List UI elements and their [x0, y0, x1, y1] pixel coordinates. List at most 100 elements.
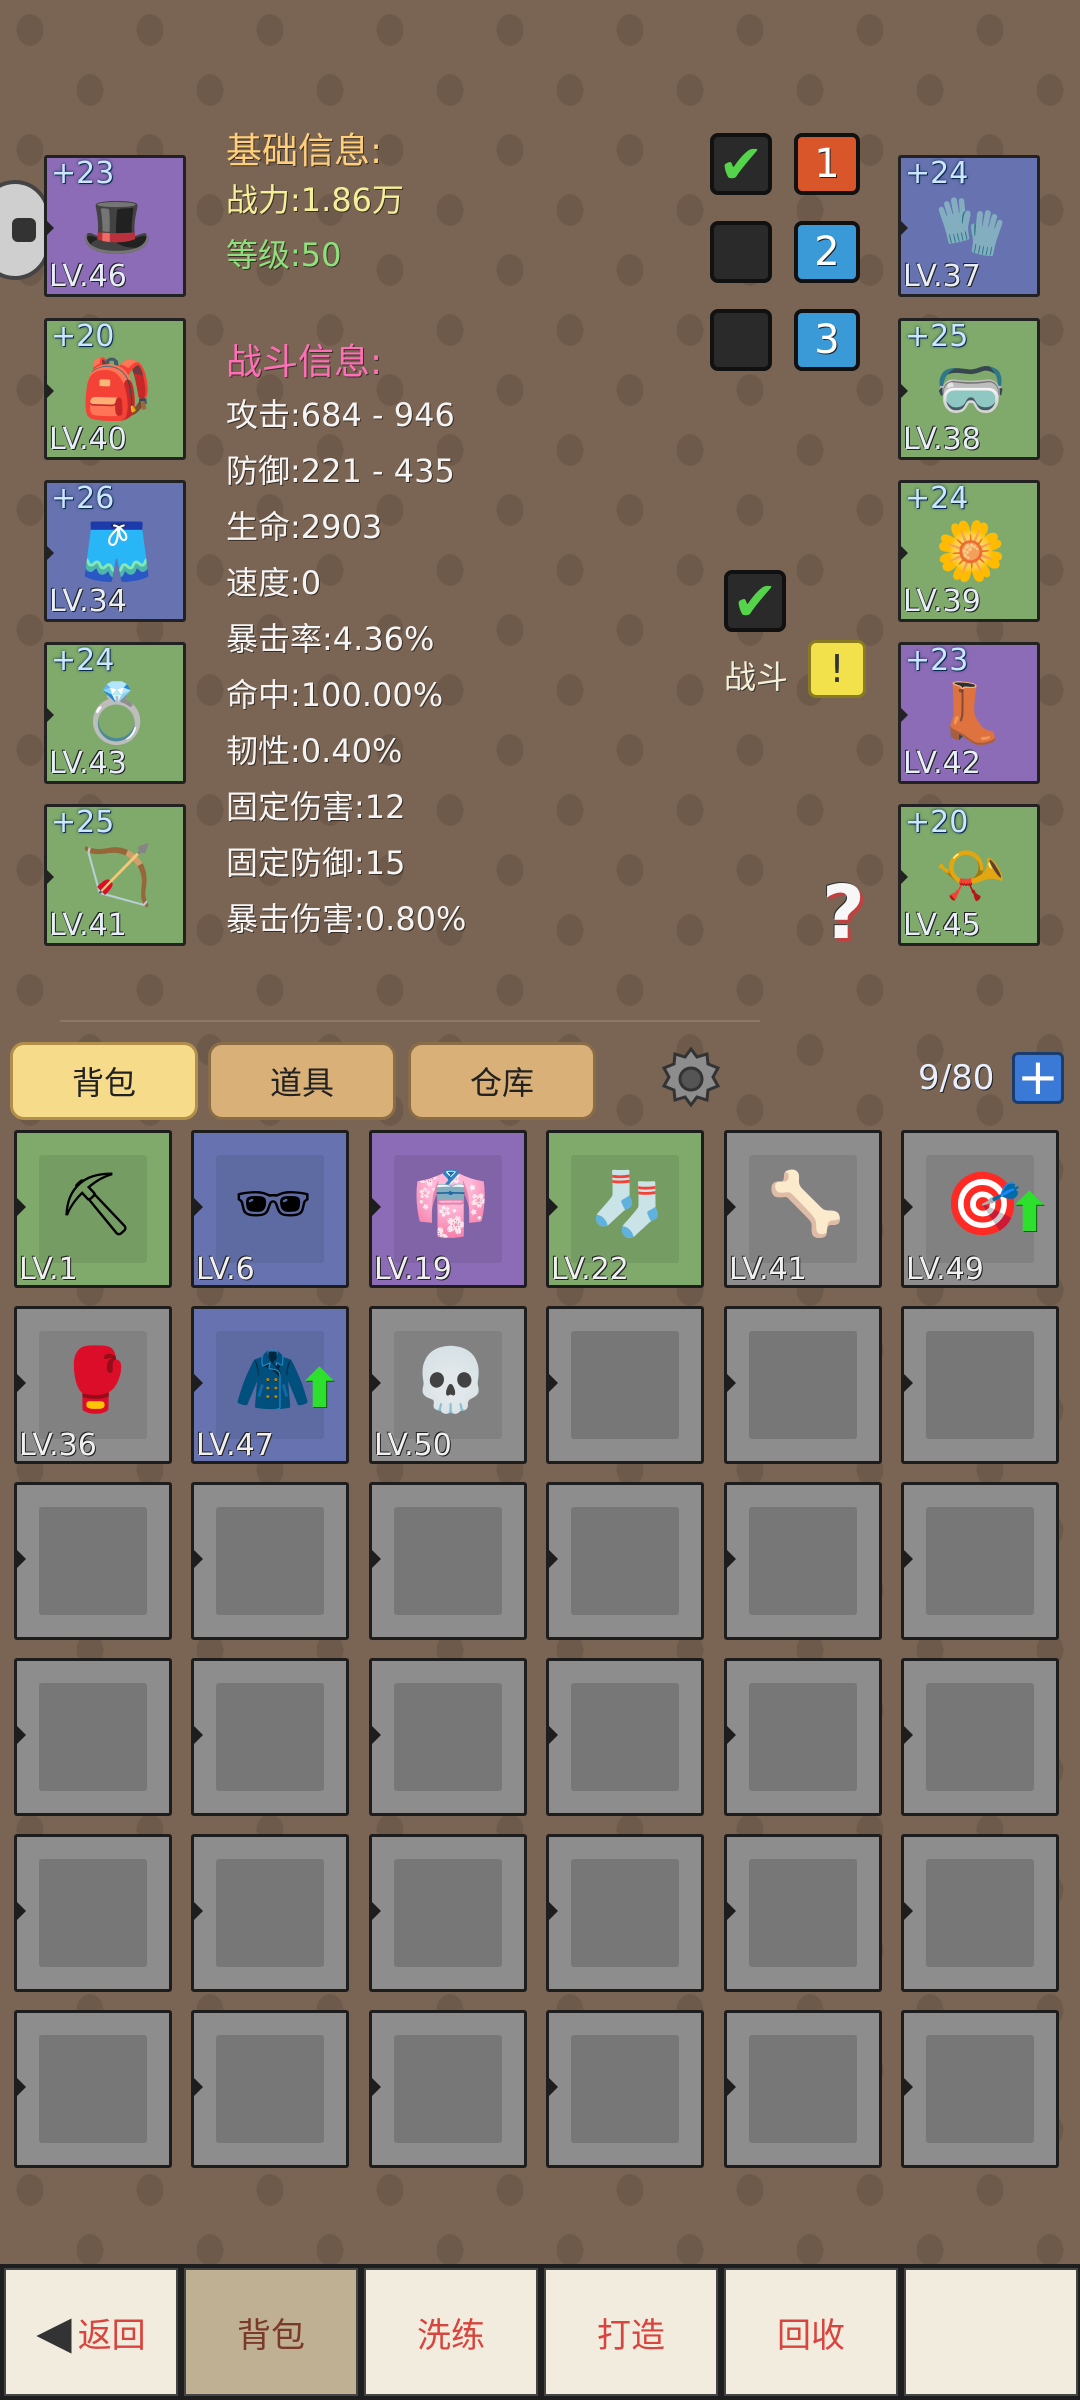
- empty-inventory-slot[interactable]: [901, 1834, 1059, 1992]
- inventory-item[interactable]: 👘 LV.19: [369, 1130, 527, 1288]
- tab-bottom-backpack[interactable]: 背包: [184, 2268, 358, 2396]
- right-equip-slot[interactable]: 📯 +20 LV.45: [898, 804, 1040, 946]
- empty-inventory-slot[interactable]: [369, 1482, 527, 1640]
- slot-notch: [724, 1899, 736, 1923]
- inventory-item[interactable]: 🧥 ⬆ LV.47: [191, 1306, 349, 1464]
- slot-notch: [369, 1547, 381, 1571]
- empty-inventory-slot[interactable]: [14, 1834, 172, 1992]
- empty-inventory-slot[interactable]: [14, 1482, 172, 1640]
- expand-capacity-button[interactable]: +: [1012, 1052, 1064, 1104]
- back-button[interactable]: ◀ 返回: [4, 2268, 178, 2396]
- empty-inventory-slot[interactable]: [14, 2010, 172, 2168]
- battle-stat-line: 攻击:684 - 946: [226, 396, 455, 434]
- inventory-item[interactable]: 🕶 LV.6: [191, 1130, 349, 1288]
- slot-notch: [546, 1547, 558, 1571]
- tab-items[interactable]: 道具: [208, 1042, 396, 1120]
- slot-notch: [44, 381, 54, 401]
- slot-notch: [14, 1723, 26, 1747]
- back-arrow-icon: ◀: [36, 2305, 72, 2359]
- inventory-item[interactable]: 🦴 LV.41: [724, 1130, 882, 1288]
- help-icon[interactable]: ?: [822, 870, 865, 956]
- empty-inventory-slot[interactable]: [724, 1306, 882, 1464]
- slot-inner: [394, 1859, 502, 1967]
- backpack-armor-icon: 🎒: [80, 354, 154, 423]
- item-level: LV.49: [906, 1252, 984, 1287]
- left-equip-slot[interactable]: 🩳 +26 LV.34: [44, 480, 186, 622]
- slot-notch: [369, 1371, 381, 1395]
- battle-stat-line: 暴击伤害:0.80%: [226, 900, 467, 938]
- empty-inventory-slot[interactable]: [724, 1658, 882, 1816]
- preset-checkbox[interactable]: ✔: [710, 133, 772, 196]
- item-level: LV.47: [196, 1428, 274, 1463]
- preset-checkbox[interactable]: [710, 309, 772, 371]
- slot-notch: [898, 543, 908, 563]
- left-equip-slot[interactable]: 💍 +24 LV.43: [44, 642, 186, 784]
- side-avatar-button[interactable]: [0, 180, 50, 280]
- right-equip-slot[interactable]: 👢 +23 LV.42: [898, 642, 1040, 784]
- tab-recycle[interactable]: 回收: [724, 2268, 898, 2396]
- empty-inventory-slot[interactable]: [369, 2010, 527, 2168]
- empty-inventory-slot[interactable]: [191, 1658, 349, 1816]
- right-equip-slot[interactable]: 🧤 +24 LV.37: [898, 155, 1040, 297]
- preset-button[interactable]: 3: [794, 309, 860, 371]
- item-level: LV.41: [49, 908, 127, 943]
- tab-refine[interactable]: 洗练: [364, 2268, 538, 2396]
- right-equip-slot[interactable]: 🌼 +24 LV.39: [898, 480, 1040, 622]
- empty-inventory-slot[interactable]: [546, 1482, 704, 1640]
- empty-inventory-slot[interactable]: [546, 1834, 704, 1992]
- gear-icon[interactable]: [656, 1044, 726, 1114]
- battle-stat-line: 生命:2903: [226, 508, 383, 546]
- empty-inventory-slot[interactable]: [546, 1658, 704, 1816]
- empty-inventory-slot[interactable]: [724, 2010, 882, 2168]
- inventory-item[interactable]: 🎯 ⬆ LV.49: [901, 1130, 1059, 1288]
- slot-notch: [724, 1195, 736, 1219]
- slot-notch: [901, 1195, 913, 1219]
- left-equip-slot[interactable]: 🎒 +20 LV.40: [44, 318, 186, 460]
- preset-checkbox[interactable]: [710, 221, 772, 283]
- battle-stat-line: 韧性:0.40%: [226, 732, 403, 770]
- empty-inventory-slot[interactable]: [546, 1306, 704, 1464]
- slot-inner: [39, 2035, 147, 2143]
- empty-inventory-slot[interactable]: [901, 1482, 1059, 1640]
- empty-inventory-slot[interactable]: [901, 2010, 1059, 2168]
- mask-icon: 🥽: [934, 354, 1008, 423]
- empty-inventory-slot[interactable]: [724, 1482, 882, 1640]
- empty-inventory-slot[interactable]: [901, 1306, 1059, 1464]
- level-stat: 等级:50: [226, 236, 342, 274]
- empty-inventory-slot[interactable]: [369, 1834, 527, 1992]
- empty-inventory-slot[interactable]: [724, 1834, 882, 1992]
- battle-checkbox[interactable]: ✔: [724, 570, 786, 633]
- empty-inventory-slot[interactable]: [191, 1482, 349, 1640]
- empty-inventory-slot[interactable]: [14, 1658, 172, 1816]
- empty-inventory-slot[interactable]: [901, 1658, 1059, 1816]
- preset-button[interactable]: 2: [794, 221, 860, 283]
- slot-notch: [898, 705, 908, 725]
- slot-notch: [14, 2075, 26, 2099]
- inventory-item[interactable]: ⛏ LV.1: [14, 1130, 172, 1288]
- empty-inventory-slot[interactable]: [191, 1834, 349, 1992]
- item-level: LV.38: [903, 422, 981, 457]
- slot-notch: [546, 1723, 558, 1747]
- battle-alert-button[interactable]: !: [808, 640, 866, 698]
- inventory-item[interactable]: 🥊 LV.36: [14, 1306, 172, 1464]
- empty-inventory-slot[interactable]: [191, 2010, 349, 2168]
- left-equip-slot[interactable]: 🏹 +25 LV.41: [44, 804, 186, 946]
- slot-notch: [191, 1195, 203, 1219]
- slot-notch: [191, 1899, 203, 1923]
- tab-warehouse[interactable]: 仓库: [408, 1042, 596, 1120]
- slot-notch: [369, 1195, 381, 1219]
- tab-forge[interactable]: 打造: [544, 2268, 718, 2396]
- slot-inner: [394, 1507, 502, 1615]
- slot-inner: [926, 1859, 1034, 1967]
- right-equip-slot[interactable]: 🥽 +25 LV.38: [898, 318, 1040, 460]
- left-equip-slot[interactable]: 🎩 +23 LV.46: [44, 155, 186, 297]
- empty-inventory-slot[interactable]: [546, 2010, 704, 2168]
- preset-button[interactable]: 1: [794, 133, 860, 195]
- slot-notch: [44, 218, 54, 238]
- inventory-item[interactable]: 💀 LV.50: [369, 1306, 527, 1464]
- tab-empty[interactable]: [904, 2268, 1078, 2396]
- inventory-item[interactable]: 🧦 LV.22: [546, 1130, 704, 1288]
- enhance-level: +24: [905, 481, 969, 516]
- tab-backpack[interactable]: 背包: [10, 1042, 198, 1120]
- empty-inventory-slot[interactable]: [369, 1658, 527, 1816]
